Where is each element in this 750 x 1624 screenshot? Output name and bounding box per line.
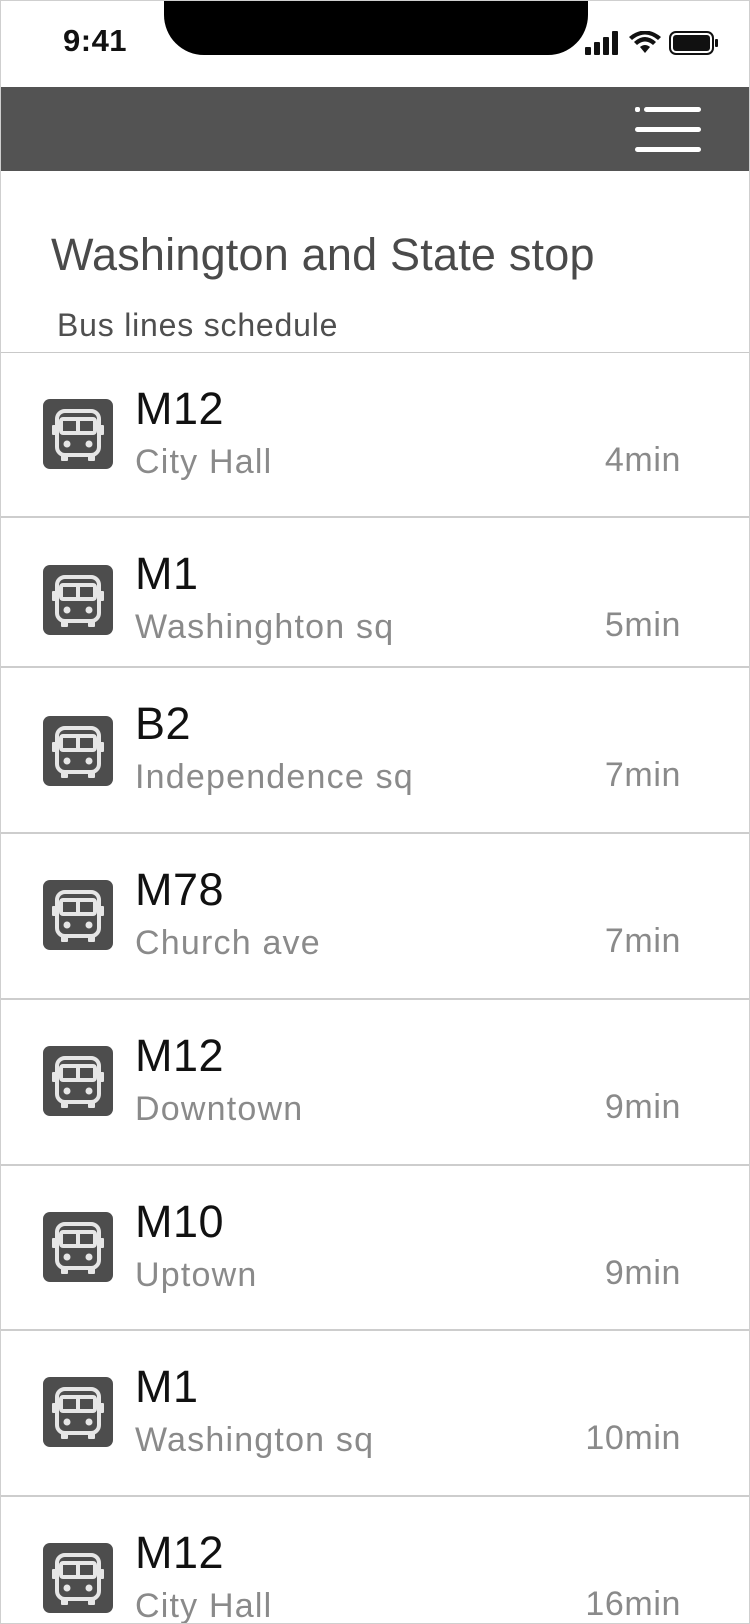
signal-icon [585, 31, 621, 60]
line-name: M12 [135, 1527, 225, 1578]
schedule-row[interactable]: M1 Washinghton sq 5min [1, 518, 749, 668]
schedule-row[interactable]: M12 City Hall 4min [1, 353, 749, 518]
bus-icon [43, 1046, 113, 1116]
eta: 9min [604, 1254, 681, 1292]
bus-icon [43, 565, 113, 635]
line-name: M78 [135, 864, 225, 915]
eta: 7min [604, 756, 681, 794]
bus-icon [43, 399, 113, 469]
page-title: Washington and State stop [51, 229, 595, 280]
notch [164, 1, 588, 55]
destination: Church ave [135, 924, 321, 962]
schedule-row[interactable]: M10 Uptown 9min [1, 1166, 749, 1331]
schedule-row[interactable]: M12 Downtown 9min [1, 1000, 749, 1166]
battery-icon [669, 31, 719, 60]
destination: Washington sq [135, 1421, 375, 1459]
destination: Uptown [135, 1256, 258, 1294]
line-name: M1 [135, 1361, 199, 1412]
status-time: 9:41 [63, 23, 128, 58]
destination: Downtown [135, 1090, 304, 1128]
bus-icon [43, 1377, 113, 1447]
page-subtitle: Bus lines schedule [57, 307, 339, 343]
phone-screen: 9:41 Washington and State stop Bus lines… [0, 0, 750, 1624]
hamburger-menu-icon [635, 107, 701, 152]
eta: 16min [585, 1585, 681, 1623]
wifi-icon [629, 30, 661, 60]
schedule-row[interactable]: M78 Church ave 7min [1, 834, 749, 1000]
status-bar: 9:41 [1, 1, 749, 87]
eta: 7min [604, 922, 681, 960]
destination: Independence sq [135, 758, 414, 796]
line-name: M1 [135, 548, 199, 599]
top-app-bar [1, 87, 749, 171]
line-name: B2 [135, 698, 192, 749]
schedule-row[interactable]: M12 City Hall 16min [1, 1497, 749, 1624]
destination: City Hall [135, 443, 273, 481]
line-name: M12 [135, 383, 225, 434]
line-name: M12 [135, 1030, 225, 1081]
eta: 5min [604, 606, 681, 644]
destination: City Hall [135, 1587, 273, 1624]
schedule-row[interactable]: M1 Washington sq 10min [1, 1331, 749, 1497]
page-header: Washington and State stop Bus lines sche… [1, 171, 749, 353]
bus-icon [43, 880, 113, 950]
line-name: M10 [135, 1196, 225, 1247]
schedule-row[interactable]: B2 Independence sq 7min [1, 668, 749, 834]
destination: Washinghton sq [135, 608, 395, 646]
menu-button[interactable] [635, 106, 701, 154]
status-icons [585, 30, 719, 60]
eta: 4min [604, 441, 681, 479]
bus-icon [43, 1543, 113, 1613]
bus-icon [43, 716, 113, 786]
eta: 9min [604, 1088, 681, 1126]
eta: 10min [585, 1419, 681, 1457]
bus-icon [43, 1212, 113, 1282]
